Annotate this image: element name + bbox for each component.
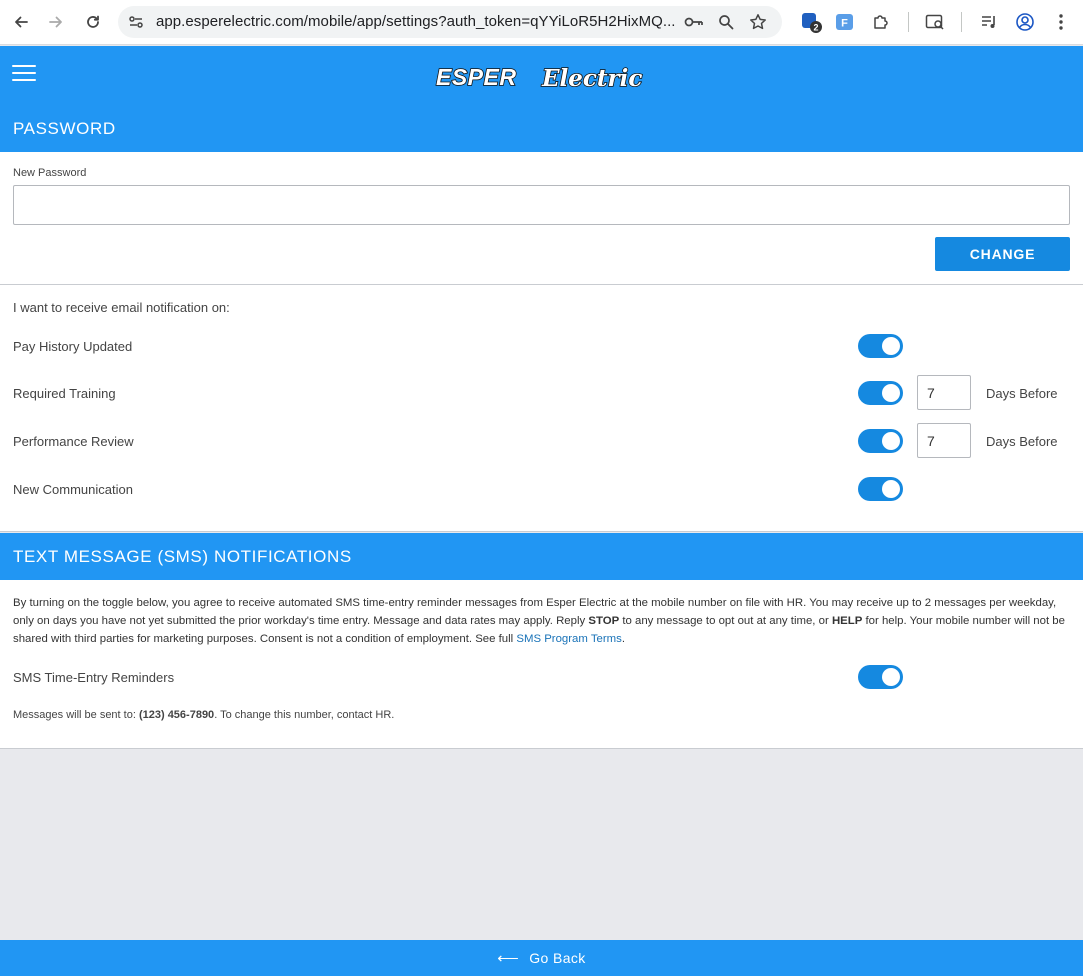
- help-keyword: HELP: [831, 615, 863, 627]
- new-communication-label: New Communication: [13, 482, 133, 497]
- sms-reminders-toggle[interactable]: [858, 665, 903, 689]
- tab-search-icon[interactable]: [921, 8, 949, 36]
- profile-avatar-icon[interactable]: [1011, 8, 1039, 36]
- performance-review-days-input[interactable]: 7: [917, 423, 971, 458]
- go-back-button[interactable]: ⟵ Go Back: [0, 940, 1083, 976]
- url-text[interactable]: app.esperelectric.com/mobile/app/setting…: [156, 13, 676, 30]
- address-bar[interactable]: app.esperelectric.com/mobile/app/setting…: [118, 6, 782, 38]
- go-back-label: Go Back: [529, 950, 586, 966]
- sms-section-title: TEXT MESSAGE (SMS) NOTIFICATIONS: [13, 546, 352, 566]
- extension-badge-icon[interactable]: 2: [797, 8, 825, 36]
- toolbar-divider: [961, 12, 962, 32]
- svg-text:ESPER: ESPER: [436, 64, 516, 90]
- new-password-input[interactable]: [13, 185, 1070, 225]
- browser-menu-icon[interactable]: [1047, 8, 1075, 36]
- performance-review-days-label: Days Before: [986, 434, 1058, 449]
- section-divider: [0, 531, 1083, 532]
- section-divider: [0, 748, 1083, 749]
- required-training-label: Required Training: [13, 386, 116, 401]
- required-training-toggle[interactable]: [858, 381, 903, 405]
- pay-history-label: Pay History Updated: [13, 339, 133, 354]
- password-section-header: PASSWORD: [0, 105, 1083, 152]
- sms-consent-text: By turning on the toggle below, you agre…: [13, 597, 1065, 645]
- new-communication-toggle[interactable]: [858, 477, 903, 501]
- password-key-icon[interactable]: [682, 10, 706, 34]
- hamburger-menu-icon[interactable]: [12, 65, 36, 85]
- required-training-days-input[interactable]: 7: [917, 375, 971, 410]
- sms-reminders-label: SMS Time-Entry Reminders: [13, 670, 175, 685]
- esper-electric-logo: ESPER Electric: [434, 60, 654, 93]
- extensions-puzzle-icon[interactable]: [867, 8, 895, 36]
- back-arrow-icon[interactable]: [7, 8, 35, 36]
- change-password-button[interactable]: CHANGE: [935, 237, 1070, 271]
- sms-program-terms-link[interactable]: SMS Program Terms: [516, 633, 622, 645]
- reload-icon[interactable]: [79, 8, 107, 36]
- svg-text:F: F: [841, 18, 848, 30]
- sms-section-header: TEXT MESSAGE (SMS) NOTIFICATIONS: [0, 533, 1083, 580]
- site-settings-icon[interactable]: [124, 10, 148, 34]
- pay-history-toggle[interactable]: [858, 334, 903, 358]
- svg-text:2: 2: [813, 23, 818, 33]
- email-notification-intro: I want to receive email notification on:: [13, 300, 230, 315]
- password-section-title: PASSWORD: [13, 118, 116, 138]
- bookmark-star-icon[interactable]: [746, 10, 770, 34]
- performance-review-label: Performance Review: [13, 434, 134, 449]
- extension-f-icon[interactable]: F: [831, 8, 859, 36]
- browser-toolbar: app.esperelectric.com/mobile/app/setting…: [0, 0, 1083, 45]
- toolbar-divider: [908, 12, 909, 32]
- forward-arrow-icon[interactable]: [42, 8, 70, 36]
- required-training-days-label: Days Before: [986, 386, 1058, 401]
- media-control-icon[interactable]: [975, 8, 1003, 36]
- performance-review-toggle[interactable]: [858, 429, 903, 453]
- sms-phone-number: (123) 456-7890: [138, 709, 215, 721]
- stop-keyword: STOP: [588, 615, 620, 627]
- svg-text:Electric: Electric: [541, 65, 642, 92]
- back-arrow-icon: ⟵: [497, 950, 520, 967]
- new-password-label: New Password: [13, 167, 87, 179]
- zoom-icon[interactable]: [714, 10, 738, 34]
- app-header: ESPER Electric: [0, 46, 1083, 105]
- sms-phone-note: Messages will be sent to: (123) 456-7890…: [13, 709, 395, 721]
